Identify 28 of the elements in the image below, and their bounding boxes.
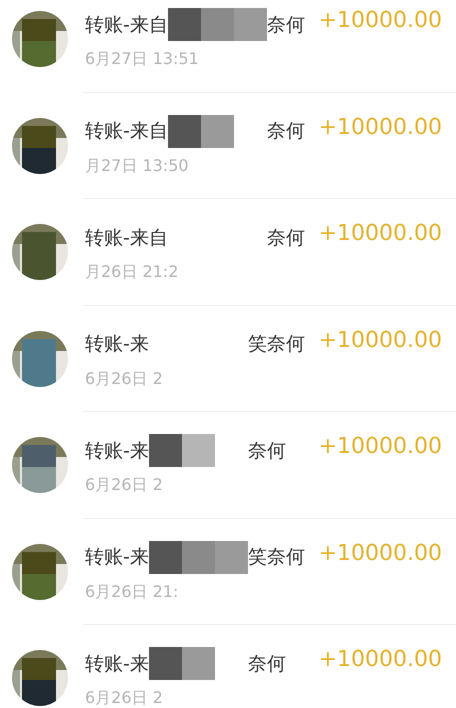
sender-name: 奈何 <box>266 226 305 251</box>
transfer-date: 6月27日 13:51 <box>85 49 200 70</box>
transfer-date: 月27日 13:50 <box>85 156 190 177</box>
transfer-title: 转账-来 <box>85 545 149 570</box>
transfer-date: 6月26日 21: <box>85 582 180 603</box>
transfer-title: 转账-来 <box>85 652 149 677</box>
sender-name: 奈何 <box>248 652 286 677</box>
amount: +10000.00 <box>318 328 442 352</box>
transfer-title: 转账-来自 <box>85 226 168 251</box>
sender-name: 奈何 <box>248 438 286 464</box>
sender-name: 奈何 <box>266 119 305 144</box>
amount: +10000.00 <box>318 114 442 140</box>
transfer-date: 月26日 21:2 <box>85 262 180 284</box>
transfer-date: 6月26日 2 <box>85 475 164 496</box>
transfer-title: 转账-来 <box>85 438 149 464</box>
sender-name: 奈何 <box>266 12 305 38</box>
sender-name: 笑奈何 <box>248 332 305 358</box>
transfer-title: 转账-来 <box>85 332 149 358</box>
transfer-title: 转账-来自 <box>85 119 168 144</box>
amount: +10000.00 <box>318 434 442 459</box>
transfer-date: 6月26日 2 <box>85 688 164 708</box>
sender-name: 笑奈何 <box>248 545 305 570</box>
transfer-title: 转账-来自 <box>85 12 168 38</box>
amount: +10000.00 <box>318 647 442 672</box>
amount: +10000.00 <box>318 221 442 246</box>
transfer-date: 6月26日 2 <box>85 368 164 390</box>
amount: +10000.00 <box>318 540 442 566</box>
amount: +10000.00 <box>318 8 442 33</box>
